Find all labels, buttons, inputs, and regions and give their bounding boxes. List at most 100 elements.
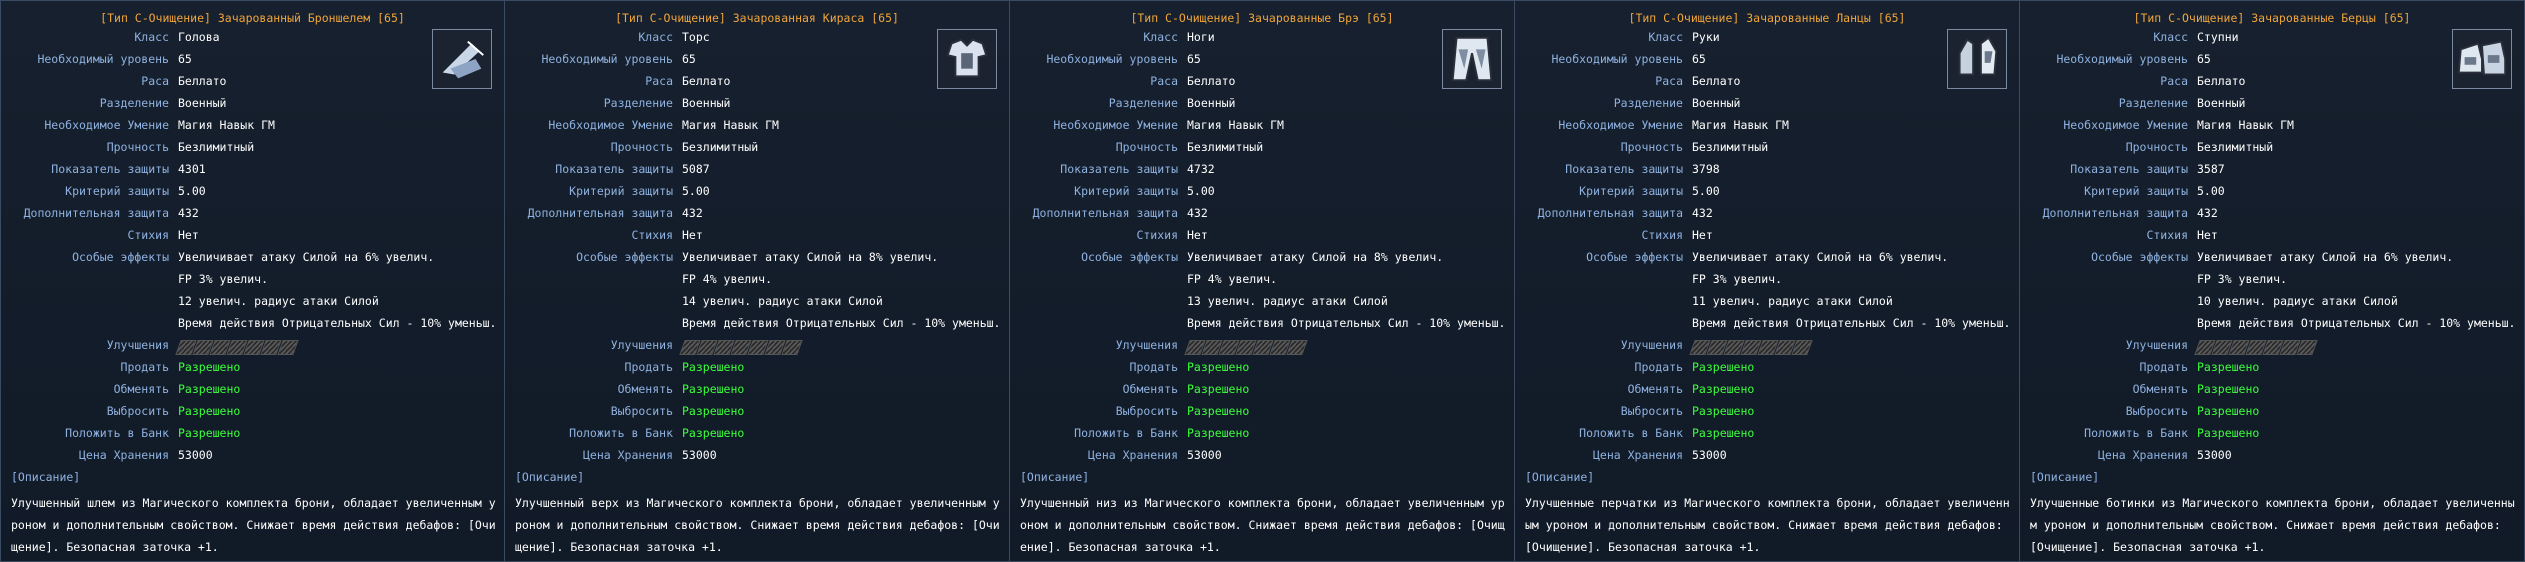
label-trade: Обменять bbox=[617, 382, 673, 396]
value-level: 65 bbox=[2197, 52, 2211, 66]
row-effect-4: Время действия Отрицательных Сил - 10% у… bbox=[1010, 316, 1514, 334]
description-header: [Описание] bbox=[2030, 470, 2100, 484]
label-crit: Критерий защиты bbox=[2084, 184, 2188, 198]
row-extra-defense: Дополнительная защита 432 bbox=[1515, 206, 2019, 224]
row-division: Разделение Военный bbox=[1515, 96, 2019, 114]
value-race: Беллато bbox=[1692, 74, 1741, 88]
row-skill: Необходимое Умение Магия Навык ГМ bbox=[2020, 118, 2524, 136]
row-extra-defense: Дополнительная защита 432 bbox=[2020, 206, 2524, 224]
upgrade-slots bbox=[1689, 340, 1813, 355]
label-division: Разделение bbox=[1108, 96, 1178, 110]
item-tooltip: [Тип С-Очищение] Зачарованные Берцы [65]… bbox=[2020, 0, 2525, 562]
item-title: [Тип С-Очищение] Зачарованные Ланцы [65] bbox=[1628, 11, 1906, 25]
label-class: Класс bbox=[134, 30, 169, 44]
row-bank: Положить в Банк Разрешено bbox=[505, 426, 1009, 444]
label-crit: Критерий защиты bbox=[1579, 184, 1683, 198]
upgrade-slots bbox=[1184, 340, 1308, 355]
value-extra-defense: 432 bbox=[2197, 206, 2218, 220]
value-element: Нет bbox=[2197, 228, 2218, 242]
row-effects: Особые эффекты Увеличивает атаку Силой н… bbox=[2020, 250, 2524, 268]
value-durability: Безлимитный bbox=[1187, 140, 1264, 154]
label-effects: Особые эффекты bbox=[1081, 250, 1178, 264]
row-price: Цена Хранения 53000 bbox=[1010, 448, 1514, 466]
row-level: Необходимый уровень 65 bbox=[505, 52, 1009, 70]
item-title: [Тип С-Очищение] Зачарованная Кираса [65… bbox=[615, 11, 899, 25]
value-trade: Разрешено bbox=[178, 382, 241, 396]
row-race: Раса Беллато bbox=[2020, 74, 2524, 92]
value-bank: Разрешено bbox=[178, 426, 241, 440]
label-level: Необходимый уровень bbox=[37, 52, 169, 66]
value-skill: Магия Навык ГМ bbox=[2197, 118, 2294, 132]
label-defense: Показатель защиты bbox=[1565, 162, 1683, 176]
row-drop: Выбросить Разрешено bbox=[1515, 404, 2019, 422]
effect-line: Увеличивает атаку Силой на 8% увелич. bbox=[1187, 250, 1444, 264]
label-upgrades: Улучшения bbox=[2125, 338, 2188, 352]
label-extra-defense: Дополнительная защита bbox=[2042, 206, 2188, 220]
row-skill: Необходимое Умение Магия Навык ГМ bbox=[1, 118, 504, 136]
row-price: Цена Хранения 53000 bbox=[505, 448, 1009, 466]
label-drop: Выбросить bbox=[2125, 404, 2188, 418]
effect-line: Увеличивает атаку Силой на 8% увелич. bbox=[682, 250, 939, 264]
value-durability: Безлимитный bbox=[2197, 140, 2274, 154]
label-bank: Положить в Банк bbox=[1579, 426, 1683, 440]
row-defense: Показатель защиты 4732 bbox=[1010, 162, 1514, 180]
row-effect-3: 11 увелич. радиус атаки Силой bbox=[1515, 294, 2019, 312]
row-upgrades: Улучшения bbox=[1, 338, 504, 356]
row-drop: Выбросить Разрешено bbox=[505, 404, 1009, 422]
label-durability: Прочность bbox=[1115, 140, 1178, 154]
item-tooltip: [Тип С-Очищение] Зачарованная Кираса [65… bbox=[505, 0, 1010, 562]
description-text: Улучшенный верх из Магического комплекта… bbox=[515, 496, 1000, 554]
label-element: Стихия bbox=[127, 228, 169, 242]
item-title: [Тип С-Очищение] Зачарованный Броншелем … bbox=[100, 11, 405, 25]
value-race: Беллато bbox=[1187, 74, 1236, 88]
value-sell: Разрешено bbox=[682, 360, 745, 374]
value-skill: Магия Навык ГМ bbox=[1692, 118, 1789, 132]
value-sell: Разрешено bbox=[178, 360, 241, 374]
row-bank: Положить в Банк Разрешено bbox=[1010, 426, 1514, 444]
row-trade: Обменять Разрешено bbox=[1515, 382, 2019, 400]
description-header: [Описание] bbox=[1020, 470, 1090, 484]
value-element: Нет bbox=[178, 228, 199, 242]
label-effects: Особые эффекты bbox=[72, 250, 169, 264]
upgrade-slots bbox=[2194, 340, 2318, 355]
label-extra-defense: Дополнительная защита bbox=[1537, 206, 1683, 220]
effect-line: 12 увелич. радиус атаки Силой bbox=[178, 294, 379, 308]
row-sell: Продать Разрешено bbox=[1, 360, 504, 378]
effect-line: FP 3% увелич. bbox=[178, 272, 269, 286]
label-race: Раса bbox=[2160, 74, 2188, 88]
label-skill: Необходимое Умение bbox=[1053, 118, 1178, 132]
row-race: Раса Беллато bbox=[1, 74, 504, 92]
value-drop: Разрешено bbox=[178, 404, 241, 418]
value-drop: Разрешено bbox=[682, 404, 745, 418]
value-level: 65 bbox=[1692, 52, 1706, 66]
label-skill: Необходимое Умение bbox=[548, 118, 673, 132]
label-upgrades: Улучшения bbox=[1115, 338, 1178, 352]
value-division: Военный bbox=[2197, 96, 2246, 110]
label-price: Цена Хранения bbox=[78, 448, 169, 462]
label-bank: Положить в Банк bbox=[65, 426, 169, 440]
effect-line: 10 увелич. радиус атаки Силой bbox=[2197, 294, 2398, 308]
value-price: 53000 bbox=[1692, 448, 1727, 462]
value-price: 53000 bbox=[2197, 448, 2232, 462]
row-durability: Прочность Безлимитный bbox=[505, 140, 1009, 158]
row-extra-defense: Дополнительная защита 432 bbox=[1, 206, 504, 224]
effect-line: 14 увелич. радиус атаки Силой bbox=[682, 294, 883, 308]
label-level: Необходимый уровень bbox=[1551, 52, 1683, 66]
label-upgrades: Улучшения bbox=[610, 338, 673, 352]
effect-line: FP 4% увелич. bbox=[1187, 272, 1278, 286]
row-upgrades: Улучшения bbox=[1515, 338, 2019, 356]
value-division: Военный bbox=[1187, 96, 1236, 110]
label-level: Необходимый уровень bbox=[1046, 52, 1178, 66]
item-tooltip: [Тип С-Очищение] Зачарованные Брэ [65] К… bbox=[1010, 0, 1515, 562]
value-defense: 3798 bbox=[1692, 162, 1720, 176]
row-skill: Необходимое Умение Магия Навык ГМ bbox=[1515, 118, 2019, 136]
label-effects: Особые эффекты bbox=[2091, 250, 2188, 264]
row-effect-2: FP 4% увелич. bbox=[1010, 272, 1514, 290]
label-division: Разделение bbox=[1613, 96, 1683, 110]
label-sell: Продать bbox=[624, 360, 673, 374]
label-defense: Показатель защиты bbox=[555, 162, 673, 176]
value-bank: Разрешено bbox=[2197, 426, 2260, 440]
row-effect-3: 10 увелич. радиус атаки Силой bbox=[2020, 294, 2524, 312]
row-element: Стихия Нет bbox=[505, 228, 1009, 246]
row-defense: Показатель защиты 3587 bbox=[2020, 162, 2524, 180]
